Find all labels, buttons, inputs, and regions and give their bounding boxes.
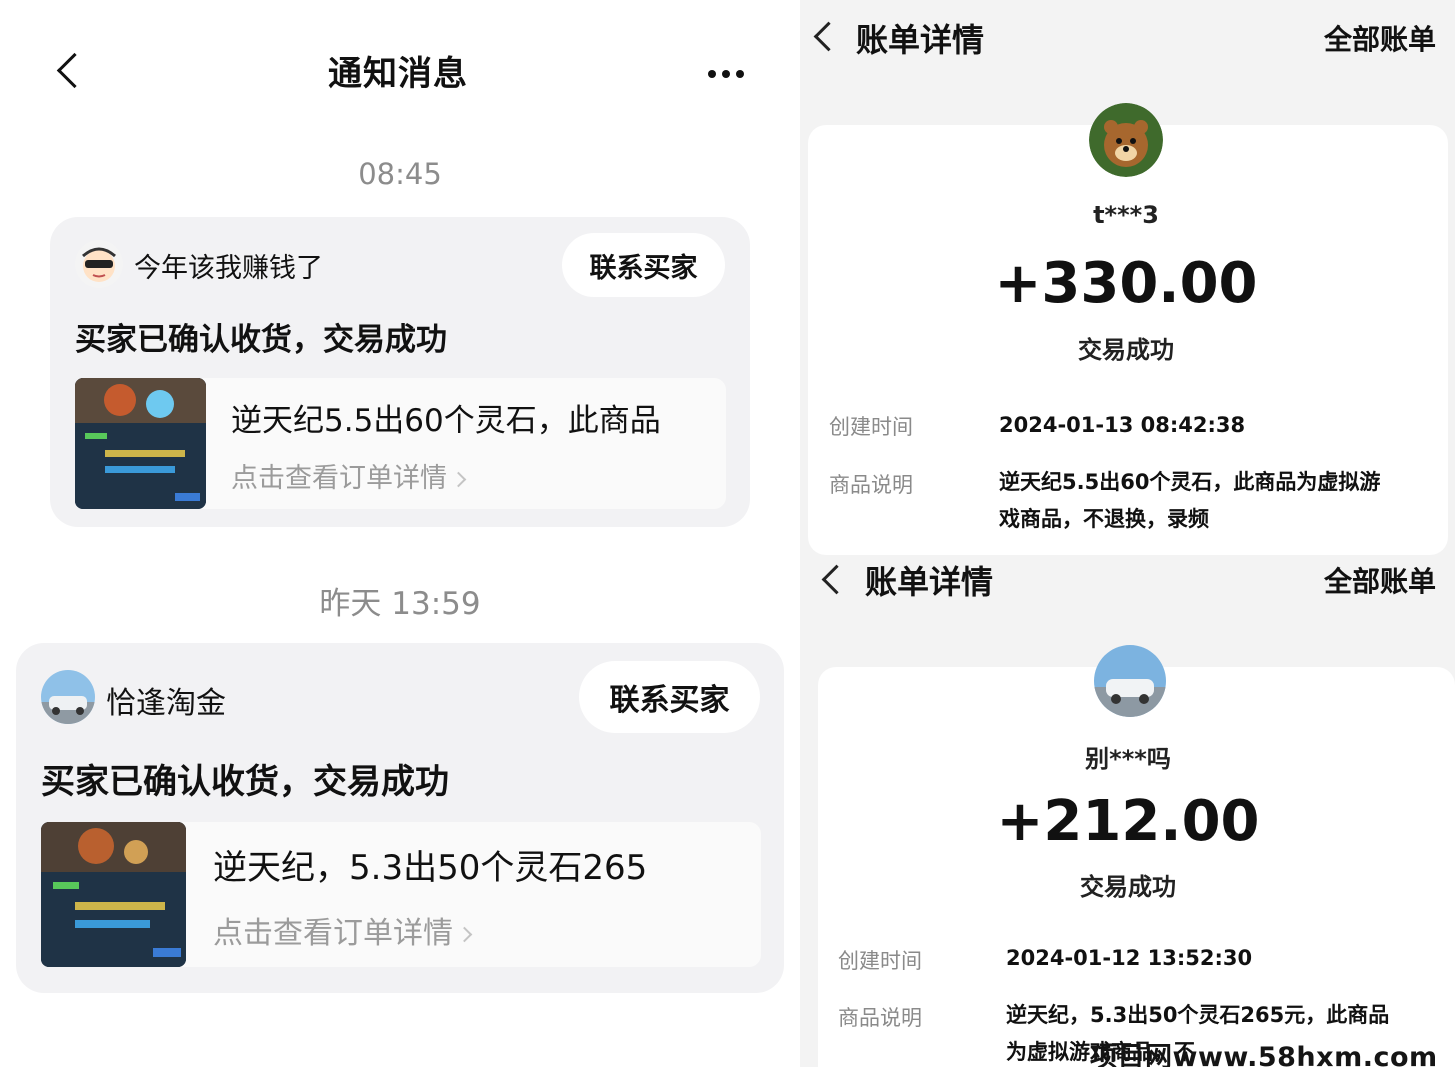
seller-name: 今年该我赚钱了 — [134, 253, 323, 284]
trade-status: 买家已确认收货，交易成功 — [75, 322, 447, 358]
message-card[interactable]: 今年该我赚钱了 联系买家 买家已确认收货，交易成功 逆天纪5.5出60个灵石，此… — [50, 217, 750, 527]
page-title: 账单详情 — [865, 563, 994, 601]
bill-card: t***3 +330.00 交易成功 创建时间 2024-01-13 08:42… — [808, 103, 1448, 555]
payer-name: t***3 — [1093, 201, 1159, 229]
trade-status: 买家已确认收货，交易成功 — [41, 762, 449, 802]
message-time: 08:45 — [358, 157, 442, 191]
chevron-right-icon — [450, 471, 467, 488]
payer-avatar — [1094, 645, 1166, 717]
payer-avatar — [1089, 103, 1163, 177]
all-bills-link[interactable]: 全部账单 — [1324, 18, 1436, 58]
watermark: 项目网www.58hxm.com — [1090, 1042, 1438, 1067]
product-title: 逆天纪5.5出60个灵石，此商品 — [231, 403, 661, 439]
product-title: 逆天纪，5.3出50个灵石265 — [213, 848, 648, 888]
payer-name: 别***吗 — [1085, 745, 1171, 773]
bill-status: 交易成功 — [1080, 873, 1176, 901]
order-detail-link-text: 点击查看订单详情 — [213, 916, 453, 951]
bill-section: 账单详情 全部账单 别***吗 +212.00 交易成功 创建时间 2024-0… — [800, 555, 1455, 1067]
product-row[interactable]: 逆天纪，5.3出50个灵石265 点击查看订单详情 — [41, 822, 761, 967]
product-thumbnail — [41, 822, 186, 967]
page-title: 账单详情 — [856, 21, 985, 59]
description-line: 逆天纪5.5出60个灵石，此商品为虚拟游 — [999, 470, 1381, 494]
bill-amount: +330.00 — [994, 251, 1258, 316]
chevron-right-icon — [456, 926, 473, 943]
order-detail-link[interactable]: 点击查看订单详情 — [231, 456, 467, 495]
created-time-value: 2024-01-13 08:42:38 — [999, 413, 1246, 437]
back-chevron-icon[interactable] — [813, 21, 844, 52]
product-row[interactable]: 逆天纪5.5出60个灵石，此商品 点击查看订单详情 — [75, 378, 726, 509]
description-label: 商品说明 — [838, 1006, 922, 1030]
bill-detail-panel: 账单详情 全部账单 t***3 +330.00 交易成功 创建时间 2024-0… — [800, 0, 1455, 1067]
seller-avatar — [75, 240, 123, 288]
created-time-value: 2024-01-12 13:52:30 — [1006, 946, 1253, 970]
notification-panel: 通知消息 08:45 今年该我赚钱了 联系买家 买家已确认收货，交易成功 逆天纪… — [0, 0, 800, 1067]
message-time: 昨天 13:59 — [319, 586, 481, 622]
bill-card: 别***吗 +212.00 交易成功 创建时间 2024-01-12 13:52… — [818, 645, 1455, 1067]
bill-amount: +212.00 — [996, 789, 1260, 854]
page-title: 通知消息 — [328, 54, 468, 94]
product-thumbnail — [75, 378, 206, 509]
all-bills-link[interactable]: 全部账单 — [1324, 560, 1436, 600]
bill-status: 交易成功 — [1078, 336, 1174, 364]
contact-buyer-button[interactable]: 联系买家 — [579, 661, 760, 733]
more-dots-icon[interactable] — [708, 63, 750, 82]
back-chevron-icon[interactable] — [821, 564, 852, 595]
back-chevron-icon[interactable] — [56, 52, 93, 89]
contact-buyer-button[interactable]: 联系买家 — [562, 233, 725, 297]
description-line: 戏商品，不退换，录频 — [999, 507, 1209, 531]
description-label: 商品说明 — [829, 473, 913, 497]
created-time-label: 创建时间 — [838, 949, 922, 973]
seller-avatar — [41, 670, 95, 724]
created-time-label: 创建时间 — [829, 415, 913, 439]
order-detail-link[interactable]: 点击查看订单详情 — [213, 908, 473, 952]
message-card[interactable]: 恰逢淘金 联系买家 买家已确认收货，交易成功 逆天纪，5.3出50个灵石265 … — [16, 643, 784, 993]
seller-name: 恰逢淘金 — [106, 686, 226, 721]
description-line: 逆天纪，5.3出50个灵石265元，此商品 — [1006, 1003, 1390, 1027]
order-detail-link-text: 点击查看订单详情 — [231, 463, 447, 494]
